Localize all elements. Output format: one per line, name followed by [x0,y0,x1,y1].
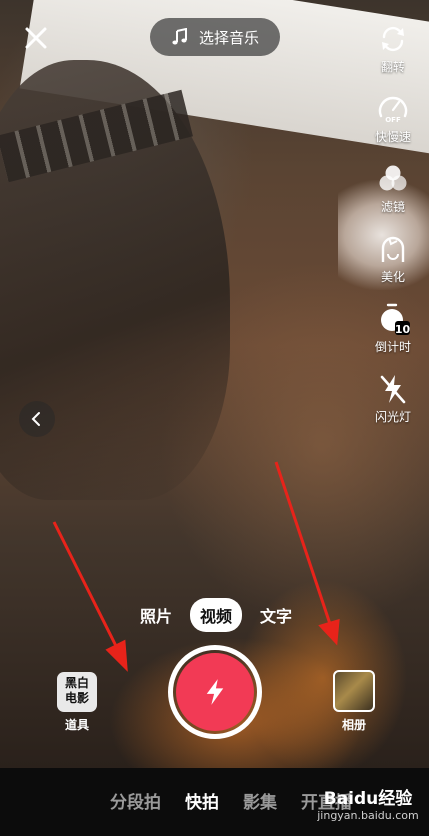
shutter-button[interactable] [168,645,262,739]
countdown-icon: 10 [381,303,410,336]
tab-quick-shoot[interactable]: 快拍 [185,788,219,813]
speed-badge: OFF [385,116,401,124]
arrow-right-head [318,618,340,646]
album-button[interactable]: 相册 [331,670,377,733]
countdown-button[interactable]: 10 倒计时 [363,302,423,355]
arrow-left-head [105,639,128,672]
close-button[interactable] [22,24,50,52]
collapse-panel-button[interactable] [19,401,55,437]
beautify-icon [381,236,405,262]
speed-button[interactable]: OFF 快慢速 [363,92,423,145]
flip-camera-icon [382,26,404,52]
flip-camera-button[interactable]: 翻转 [363,22,423,75]
watermark-url: jingyan.baidu.com [317,809,419,822]
watermark-brand: Baidu经验 [323,789,413,809]
filter-label: 滤镜 [380,200,405,214]
flash-button[interactable]: 闪光灯 [363,372,423,425]
tab-album-movie[interactable]: 影集 [243,788,277,813]
close-icon [25,27,47,49]
filter-icon [379,165,407,191]
select-music-button[interactable]: 选择音乐 [150,18,280,56]
countdown-label: 倒计时 [374,340,411,354]
chevron-left-icon [31,412,40,426]
props-button[interactable]: 黑白 电影 道具 [54,672,100,733]
countdown-badge: 10 [395,323,410,336]
arrow-left-line [52,521,120,651]
mode-video[interactable]: 视频 [190,598,243,632]
filter-button[interactable]: 滤镜 [363,162,423,215]
lightning-icon [206,679,224,705]
select-music-label: 选择音乐 [198,28,259,47]
props-label: 道具 [64,718,89,732]
flash-label: 闪光灯 [374,410,411,424]
flash-off-icon [380,375,406,404]
props-thumb-line1: 黑白 [64,676,89,690]
props-thumb-line2: 电影 [64,691,89,705]
album-label: 相册 [341,718,366,732]
props-thumbnail: 黑白 电影 [57,672,97,712]
beautify-button[interactable]: 美化 [363,232,423,285]
flip-camera-label: 翻转 [380,60,405,74]
mode-selector: 照片 视频 文字 [130,598,302,632]
beautify-label: 美化 [380,270,405,284]
shutter-core [176,653,254,731]
tab-segment-shoot[interactable]: 分段拍 [110,788,161,813]
album-thumbnail [333,670,375,712]
watermark: Baidu经验 jingyan.baidu.com [308,784,428,834]
speed-label: 快慢速 [374,130,411,144]
music-note-icon [172,28,187,45]
mode-text[interactable]: 文字 [250,598,302,632]
mode-photo[interactable]: 照片 [130,598,182,632]
speed-icon: OFF [378,96,408,124]
